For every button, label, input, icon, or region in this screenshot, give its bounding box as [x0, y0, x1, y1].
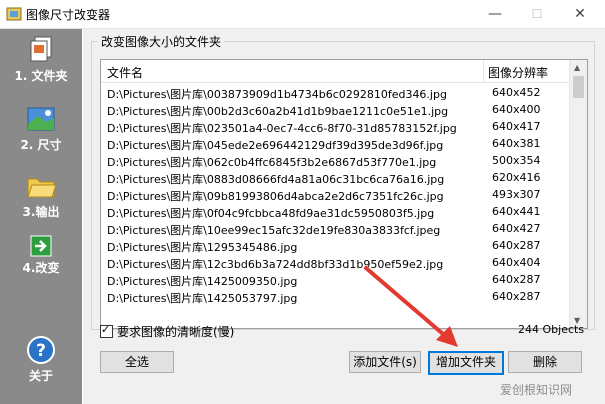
file-path-cell: D:\Pictures\图片库\09b81993806d4abca2e2d6c7… [107, 190, 444, 203]
add-files-button[interactable]: 添加文件(s) [349, 351, 421, 373]
main-panel: 改变图像大小的文件夹 文件名 图像分辨率 D:\Pictures\图片库\003… [83, 29, 605, 404]
resolution-cell: 640x400 [492, 103, 541, 116]
scroll-thumb[interactable] [573, 76, 584, 98]
clarity-checkbox[interactable]: 要求图像的清晰度(慢) [100, 323, 234, 340]
file-path-cell: D:\Pictures\图片库\1295345486.jpg [107, 241, 298, 254]
table-row[interactable]: D:\Pictures\图片库\045ede2e696442129df39d39… [101, 135, 569, 152]
add-folder-button[interactable]: 增加文件夹 [428, 351, 504, 375]
resolution-cell: 640x287 [492, 290, 541, 303]
column-header-resolution[interactable]: 图像分辨率 [488, 64, 548, 81]
file-path-cell: D:\Pictures\图片库\003873909d1b4734b6c02928… [107, 88, 447, 101]
image-icon [27, 107, 55, 131]
resolution-cell: 640x417 [492, 120, 541, 133]
list-header: 文件名 图像分辨率 [101, 60, 569, 83]
file-path-cell: D:\Pictures\图片库\1425053797.jpg [107, 292, 298, 305]
file-path-cell: D:\Pictures\图片库\0883d08666fd4a81a06c31bc… [107, 173, 445, 186]
resolution-cell: 620x416 [492, 171, 541, 184]
about-button[interactable]: ? 关于 [0, 335, 82, 384]
table-row[interactable]: D:\Pictures\图片库\1425053797.jpg 640x287 [101, 288, 569, 305]
watermark-text: 爱创根知识网 [500, 383, 573, 397]
sidebar-item-label: 3.输出 [22, 205, 60, 219]
file-path-cell: D:\Pictures\图片库\10ee99ec15afc32de19fe830… [107, 224, 441, 237]
minimize-button[interactable]: — [475, 2, 515, 26]
scroll-up-icon[interactable]: ▲ [574, 63, 580, 72]
table-row[interactable]: D:\Pictures\图片库\1425009350.jpg 640x287 [101, 271, 569, 288]
table-row[interactable]: D:\Pictures\图片库\12c3bd6b3a724dd8bf33d1b9… [101, 254, 569, 271]
table-row[interactable]: D:\Pictures\图片库\003873909d1b4734b6c02928… [101, 84, 569, 101]
column-divider[interactable] [483, 60, 484, 82]
sidebar-item-change[interactable]: 4.改变 [0, 235, 82, 276]
resolution-cell: 640x427 [492, 222, 541, 235]
resolution-cell: 493x307 [492, 188, 541, 201]
vertical-scrollbar[interactable]: ▲ ▼ [569, 60, 587, 328]
file-path-cell: D:\Pictures\图片库\045ede2e696442129df39d39… [107, 139, 444, 152]
close-button[interactable]: ✕ [560, 2, 600, 26]
select-all-button[interactable]: 全选 [100, 351, 174, 373]
app-icon [6, 7, 22, 21]
object-count: 244 Objects [518, 323, 585, 336]
group-title: 改变图像大小的文件夹 [98, 33, 225, 50]
title-bar: 图像尺寸改变器 — ☐ ✕ [0, 0, 605, 29]
resolution-cell: 500x354 [492, 154, 541, 167]
resolution-cell: 640x287 [492, 273, 541, 286]
help-icon: ? [27, 336, 55, 364]
table-row[interactable]: D:\Pictures\图片库\10ee99ec15afc32de19fe830… [101, 220, 569, 237]
resolution-cell: 640x287 [492, 239, 541, 252]
folder-icon [27, 178, 56, 198]
file-path-cell: D:\Pictures\图片库\0f04c9fcbbca48fd9ae31dc5… [107, 207, 435, 220]
file-path-cell: D:\Pictures\图片库\12c3bd6b3a724dd8bf33d1b9… [107, 258, 444, 271]
checkbox-box[interactable] [100, 323, 113, 338]
table-row[interactable]: D:\Pictures\图片库\062c0b4ffc6845f3b2e6867d… [101, 152, 569, 169]
file-list[interactable]: 文件名 图像分辨率 D:\Pictures\图片库\003873909d1b47… [100, 59, 588, 329]
sidebar-item-output[interactable]: 3.输出 [0, 171, 82, 220]
resolution-cell: 640x452 [492, 86, 541, 99]
about-label: 关于 [28, 369, 53, 383]
svg-text:?: ? [36, 341, 46, 361]
sidebar-item-label: 2. 尺寸 [20, 138, 62, 152]
table-row[interactable]: D:\Pictures\图片库\0883d08666fd4a81a06c31bc… [101, 169, 569, 186]
sidebar-item-label: 4.改变 [22, 261, 60, 275]
resolution-cell: 640x404 [492, 256, 541, 269]
window-title: 图像尺寸改变器 [26, 8, 111, 22]
table-row[interactable]: D:\Pictures\图片库\09b81993806d4abca2e2d6c7… [101, 186, 569, 203]
sidebar: 1. 文件夹 2. 尺寸 3.输出 4.改变 ? 关于 [0, 29, 82, 404]
arrow-right-icon [30, 235, 52, 257]
delete-button[interactable]: 删除 [508, 351, 582, 373]
checkbox-label: 要求图像的清晰度(慢) [117, 325, 235, 339]
table-row[interactable]: D:\Pictures\图片库\00b2d3c60a2b41d1b9bae121… [101, 101, 569, 118]
sidebar-item-folder[interactable]: 1. 文件夹 [0, 35, 82, 84]
resolution-cell: 640x441 [492, 205, 541, 218]
file-path-cell: D:\Pictures\图片库\1425009350.jpg [107, 275, 298, 288]
file-path-cell: D:\Pictures\图片库\062c0b4ffc6845f3b2e6867d… [107, 156, 437, 169]
column-header-filename[interactable]: 文件名 [107, 64, 143, 81]
table-row[interactable]: D:\Pictures\图片库\023501a4-0ec7-4cc6-8f70-… [101, 118, 569, 135]
files-icon [30, 36, 52, 62]
maximize-button[interactable]: ☐ [517, 2, 557, 26]
table-row[interactable]: D:\Pictures\图片库\1295345486.jpg 640x287 [101, 237, 569, 254]
table-row[interactable]: D:\Pictures\图片库\0f04c9fcbbca48fd9ae31dc5… [101, 203, 569, 220]
file-path-cell: D:\Pictures\图片库\00b2d3c60a2b41d1b9bae121… [107, 105, 449, 118]
file-path-cell: D:\Pictures\图片库\023501a4-0ec7-4cc6-8f70-… [107, 122, 457, 135]
sidebar-item-label: 1. 文件夹 [14, 69, 68, 83]
resolution-cell: 640x381 [492, 137, 541, 150]
sidebar-item-size[interactable]: 2. 尺寸 [0, 104, 82, 153]
